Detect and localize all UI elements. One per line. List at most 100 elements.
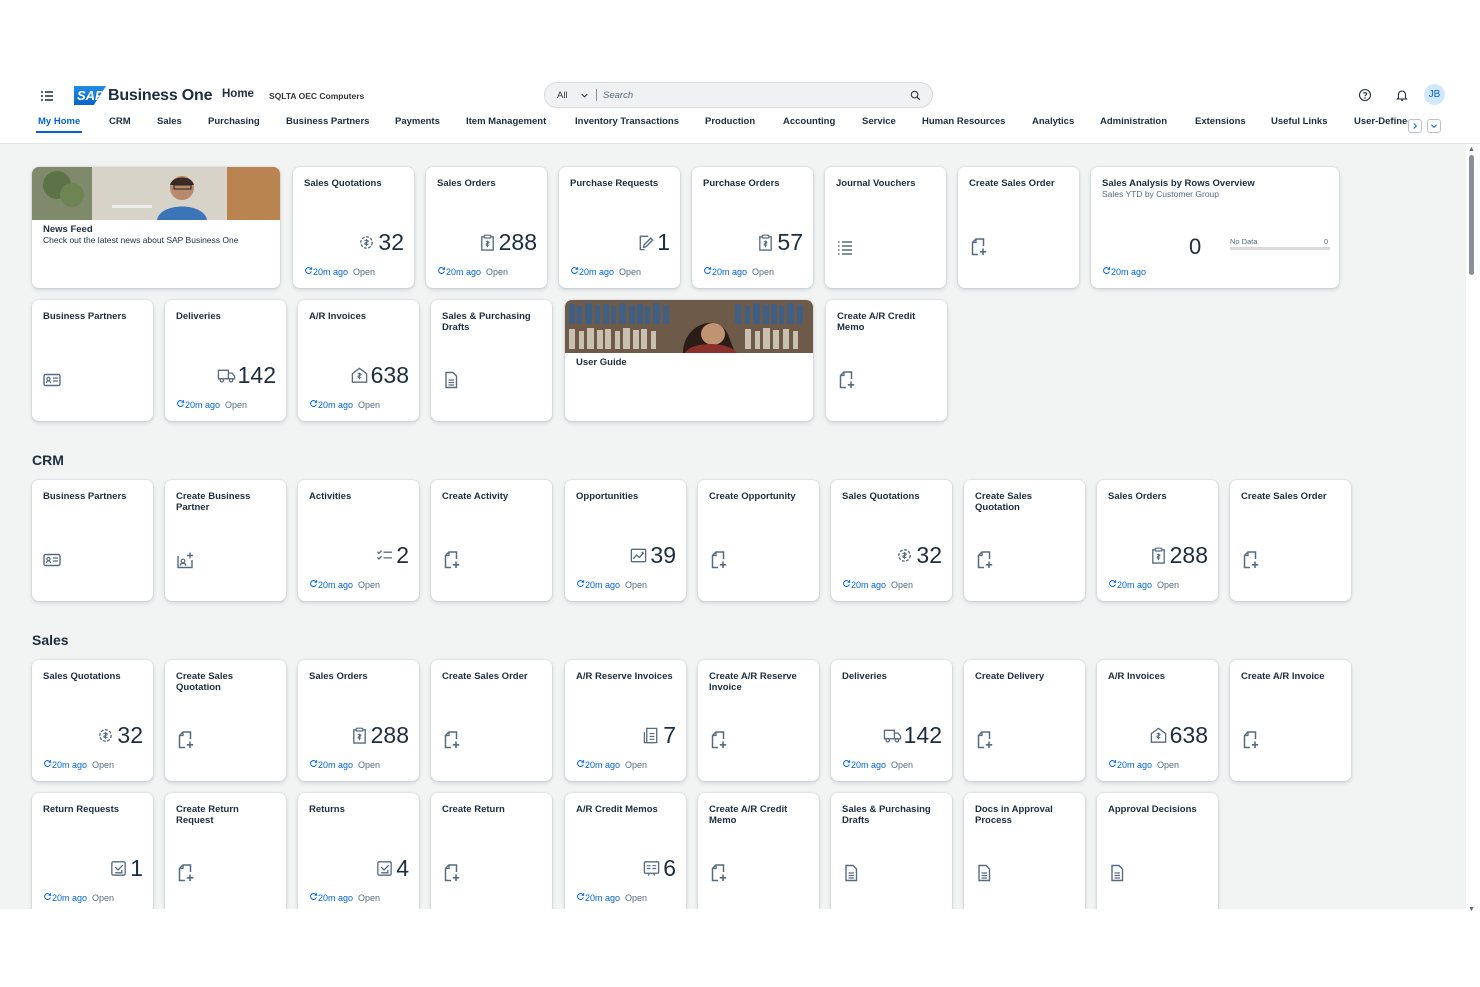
tile-crm-create-sales-order[interactable]: Create Sales Order — [1230, 480, 1351, 601]
tile-docs-in-approval[interactable]: Docs in Approval Process — [964, 793, 1085, 909]
home-link[interactable]: Home — [222, 88, 254, 100]
tab-purchasing[interactable]: Purchasing — [208, 116, 260, 127]
kpi-value: 32 — [916, 542, 942, 568]
tile-sales-sales-quotations[interactable]: Sales Quotations 32 20m ago Open — [32, 660, 153, 781]
tile-create-opportunity[interactable]: Create Opportunity — [698, 480, 819, 601]
news-feed-tile[interactable]: News Feed Check out the latest news abou… — [32, 167, 280, 288]
tile-sales-ar-invoices[interactable]: A/R Invoices 638 20m ago Open — [1097, 660, 1218, 781]
tile-deliveries[interactable]: Deliveries 142 20m ago Open — [165, 300, 286, 421]
user-guide-tile[interactable]: User Guide — [565, 300, 813, 421]
tab-item-management[interactable]: Item Management — [466, 116, 546, 127]
vertical-scrollbar[interactable]: ▲ ▼ — [1466, 144, 1480, 913]
tab-payments[interactable]: Payments — [395, 116, 440, 127]
tile-create-ar-invoice[interactable]: Create A/R Invoice — [1230, 660, 1351, 781]
tab-useful-links[interactable]: Useful Links — [1271, 116, 1328, 127]
kpi-value: 288 — [498, 229, 537, 255]
tab-scroll-right-icon[interactable] — [1408, 119, 1422, 133]
tile-activities[interactable]: Activities 2 20m ago Open — [298, 480, 419, 601]
chevron-down-icon[interactable] — [580, 91, 589, 100]
tile-ar-invoices[interactable]: A/R Invoices 638 20m ago Open — [298, 300, 419, 421]
tile-create-ar-credit-memo[interactable]: Create A/R Credit Memo — [826, 300, 947, 421]
tile-create-sales-order[interactable]: Create Sales Order — [958, 167, 1079, 288]
tab-analytics[interactable]: Analytics — [1032, 116, 1074, 127]
scroll-down-icon[interactable]: ▼ — [1468, 906, 1475, 913]
tab-accounting[interactable]: Accounting — [783, 116, 835, 127]
tab-overflow-icon[interactable] — [1427, 119, 1441, 133]
tile-title: A/R Reserve Invoices — [576, 671, 673, 682]
tile-ar-credit-memos[interactable]: A/R Credit Memos 6 20m ago Open — [565, 793, 686, 909]
tile-title: Docs in Approval Process — [975, 804, 1053, 826]
scroll-up-icon[interactable]: ▲ — [1468, 146, 1475, 153]
tile-title: Create Sales Order — [969, 178, 1055, 189]
status-label: Open — [486, 267, 509, 277]
refresh-icon — [304, 266, 313, 275]
tile-title: A/R Invoices — [309, 311, 367, 322]
search-input[interactable] — [603, 86, 893, 104]
tile-sales-orders[interactable]: Sales Orders 288 20m ago Open — [426, 167, 547, 288]
purchase-request-icon — [636, 233, 655, 252]
kpi-value: 1 — [657, 229, 670, 255]
tab-crm[interactable]: CRM — [109, 116, 131, 127]
tile-create-ar-reserve-invoice[interactable]: Create A/R Reserve Invoice — [698, 660, 819, 781]
tile-create-sales-quotation[interactable]: Create Sales Quotation — [964, 480, 1085, 601]
tab-human-resources[interactable]: Human Resources — [922, 116, 1005, 127]
tile-crm-sales-orders[interactable]: Sales Orders 288 20m ago Open — [1097, 480, 1218, 601]
tile-returns[interactable]: Returns 4 20m ago Open — [298, 793, 419, 909]
status-label: Open — [92, 893, 115, 903]
tile-sales-quotations[interactable]: Sales Quotations 32 20m ago Open — [293, 167, 414, 288]
tab-administration[interactable]: Administration — [1100, 116, 1167, 127]
tile-create-business-partner[interactable]: Create Business Partner — [165, 480, 286, 601]
tile-business-partners[interactable]: Business Partners — [32, 300, 153, 421]
tab-user-defined[interactable]: User-Defined — [1354, 116, 1408, 127]
tab-inventory-transactions[interactable]: Inventory Transactions — [575, 116, 679, 127]
tile-purchase-requests[interactable]: Purchase Requests 1 20m ago Open — [559, 167, 680, 288]
tile-journal-vouchers[interactable]: Journal Vouchers — [825, 167, 946, 288]
tile-sales-create-ar-credit-memo[interactable]: Create A/R Credit Memo — [698, 793, 819, 909]
tile-create-delivery[interactable]: Create Delivery — [964, 660, 1085, 781]
tile-title: Create Activity — [442, 491, 509, 502]
tile-sales-create-sales-order[interactable]: Create Sales Order — [431, 660, 552, 781]
create-document-icon — [968, 237, 988, 257]
search-icon[interactable] — [910, 90, 921, 101]
tile-sales-analysis[interactable]: Sales Analysis by Rows Overview Sales YT… — [1091, 167, 1339, 288]
tab-my-home[interactable]: My Home — [35, 116, 83, 133]
tile-sales-create-sales-quotation[interactable]: Create Sales Quotation — [165, 660, 286, 781]
sales-order-icon — [1149, 546, 1168, 565]
tab-business-partners[interactable]: Business Partners — [286, 116, 369, 127]
tile-sales-deliveries[interactable]: Deliveries 142 20m ago Open — [831, 660, 952, 781]
kpi-value: 638 — [370, 362, 409, 388]
tile-create-activity[interactable]: Create Activity — [431, 480, 552, 601]
kpi-value: 2 — [396, 542, 409, 568]
tile-sales-drafts[interactable]: Sales & Purchasing Drafts — [831, 793, 952, 909]
tile-create-return-request[interactable]: Create Return Request — [165, 793, 286, 909]
tile-crm-business-partners[interactable]: Business Partners — [32, 480, 153, 601]
tile-sales-sales-orders[interactable]: Sales Orders 288 20m ago Open — [298, 660, 419, 781]
tile-title: Create A/R Reserve Invoice — [709, 671, 797, 693]
return-icon — [375, 859, 394, 878]
help-icon[interactable] — [1358, 88, 1372, 102]
document-icon — [1107, 863, 1127, 883]
news-feed-image — [32, 167, 280, 220]
status-label: Open — [92, 760, 115, 770]
document-icon — [974, 863, 994, 883]
tile-sales-purchasing-drafts[interactable]: Sales & Purchasing Drafts — [431, 300, 552, 421]
search-scope-select[interactable]: All — [557, 90, 568, 101]
tile-crm-sales-quotations[interactable]: Sales Quotations 32 20m ago Open — [831, 480, 952, 601]
tile-opportunities[interactable]: Opportunities 39 20m ago Open — [565, 480, 686, 601]
credit-memo-icon — [642, 859, 661, 878]
tab-extensions[interactable]: Extensions — [1195, 116, 1246, 127]
tile-ar-reserve-invoices[interactable]: A/R Reserve Invoices 7 20m ago Open — [565, 660, 686, 781]
tab-service[interactable]: Service — [862, 116, 896, 127]
kpi-value: 4 — [396, 855, 409, 881]
scrollbar-thumb[interactable] — [1469, 155, 1474, 275]
bell-icon[interactable] — [1395, 88, 1409, 102]
avatar[interactable]: JB — [1424, 84, 1445, 105]
logo[interactable]: SAP Business One — [74, 86, 213, 105]
tile-return-requests[interactable]: Return Requests 1 20m ago Open — [32, 793, 153, 909]
menu-icon[interactable] — [38, 87, 56, 105]
tab-production[interactable]: Production — [705, 116, 755, 127]
tab-sales[interactable]: Sales — [157, 116, 182, 127]
tile-approval-decisions[interactable]: Approval Decisions — [1097, 793, 1218, 909]
tile-create-return[interactable]: Create Return — [431, 793, 552, 909]
tile-purchase-orders[interactable]: Purchase Orders 57 20m ago Open — [692, 167, 813, 288]
